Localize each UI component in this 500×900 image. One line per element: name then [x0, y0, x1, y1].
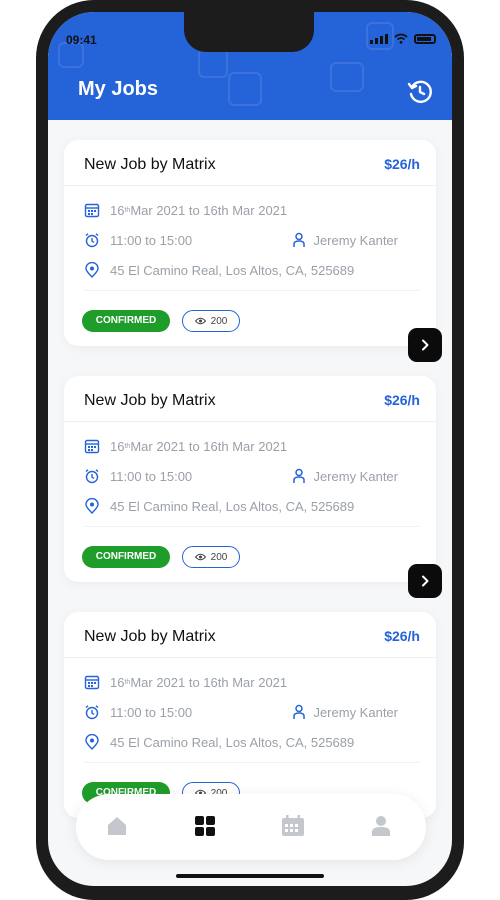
job-person: Jeremy Kanter — [291, 704, 398, 720]
job-time-row: 11:00 to 15:00 — [84, 232, 192, 248]
job-time: 11:00 to 15:00 — [110, 468, 193, 484]
home-indicator — [176, 874, 324, 878]
job-address-row: 45 El Camino Real, Los Altos, CA, 525689 — [84, 262, 354, 278]
job-rate: $26/h — [384, 628, 420, 644]
job-person-name: Jeremy Kanter — [313, 704, 398, 720]
job-rate: $26/h — [384, 156, 420, 172]
bottom-nav — [76, 794, 426, 860]
profile-icon — [372, 816, 390, 836]
alarm-clock-icon — [85, 705, 99, 720]
person-icon — [293, 468, 306, 483]
eye-icon — [194, 317, 206, 325]
person-icon — [293, 704, 306, 719]
chevron-right-icon — [422, 575, 429, 587]
eye-icon — [194, 553, 206, 561]
job-date-row: 16th Mar 2021 to 16th Mar 2021 — [84, 674, 287, 690]
job-address: 45 El Camino Real, Los Altos, CA, 525689 — [110, 498, 355, 514]
alarm-clock-icon — [85, 469, 99, 484]
job-date-rest: Mar 2021 to 16th Mar 2021 — [130, 202, 288, 218]
phone-frame: 09:41 My Jobs New Job by Matrix $26/h 16… — [36, 0, 464, 900]
card-header: New Job by Matrix $26/h — [64, 376, 436, 422]
open-job-button[interactable] — [408, 328, 442, 362]
views-badge: 200 — [182, 310, 240, 332]
job-address: 45 El Camino Real, Los Altos, CA, 525689 — [110, 734, 355, 750]
views-badge: 200 — [182, 546, 240, 568]
job-time: 11:00 to 15:00 — [110, 232, 193, 248]
nav-home[interactable] — [104, 813, 130, 839]
person-icon — [293, 232, 306, 247]
job-date-row: 16th Mar 2021 to 16th Mar 2021 — [84, 438, 287, 454]
header-decoration — [228, 72, 262, 106]
card-header: New Job by Matrix $26/h — [64, 612, 436, 658]
job-rate: $26/h — [384, 392, 420, 408]
camera-notch — [184, 12, 314, 52]
job-title: New Job by Matrix — [84, 628, 216, 645]
calendar-icon — [282, 815, 304, 836]
location-pin-icon — [85, 498, 99, 514]
job-card[interactable]: New Job by Matrix $26/h 16th Mar 2021 to… — [64, 140, 442, 362]
card-divider — [84, 526, 420, 527]
job-card[interactable]: New Job by Matrix $26/h 16th Mar 2021 to… — [64, 376, 442, 598]
job-date-row: 16th Mar 2021 to 16th Mar 2021 — [84, 202, 287, 218]
status-icons — [370, 33, 436, 44]
calendar-icon — [84, 203, 100, 218]
page-title: My Jobs — [78, 78, 159, 100]
home-icon — [108, 817, 126, 835]
grid-icon — [195, 816, 215, 836]
job-person: Jeremy Kanter — [291, 468, 398, 484]
job-person-name: Jeremy Kanter — [313, 232, 398, 248]
job-address-row: 45 El Camino Real, Los Altos, CA, 525689 — [84, 498, 354, 514]
job-date-rest: Mar 2021 to 16th Mar 2021 — [130, 438, 288, 454]
header-decoration — [330, 62, 364, 92]
chevron-right-icon — [422, 339, 429, 351]
app-screen: 09:41 My Jobs New Job by Matrix $26/h 16… — [48, 12, 452, 886]
job-date-day: 16 — [110, 674, 125, 690]
nav-jobs[interactable] — [192, 813, 218, 839]
calendar-icon — [84, 439, 100, 454]
nav-calendar[interactable] — [280, 813, 306, 839]
calendar-icon — [84, 675, 100, 690]
job-date-day: 16 — [110, 202, 125, 218]
location-pin-icon — [85, 734, 99, 750]
open-job-button[interactable] — [408, 564, 442, 598]
views-count: 200 — [210, 551, 228, 563]
job-time-row: 11:00 to 15:00 — [84, 468, 192, 484]
battery-icon — [414, 33, 436, 44]
job-time-row: 11:00 to 15:00 — [84, 704, 192, 720]
status-badge: CONFIRMED — [82, 310, 170, 332]
job-title: New Job by Matrix — [84, 156, 216, 173]
signal-icon — [370, 33, 388, 44]
card-header: New Job by Matrix $26/h — [64, 140, 436, 186]
status-badge: CONFIRMED — [82, 546, 170, 568]
alarm-clock-icon — [85, 233, 99, 248]
job-time: 11:00 to 15:00 — [110, 704, 193, 720]
job-address-row: 45 El Camino Real, Los Altos, CA, 525689 — [84, 734, 354, 750]
header-decoration — [198, 48, 228, 78]
history-icon[interactable] — [406, 78, 434, 106]
nav-profile[interactable] — [368, 813, 394, 839]
card-divider — [84, 762, 420, 763]
card-divider — [84, 290, 420, 291]
job-title: New Job by Matrix — [84, 392, 216, 409]
job-date-rest: Mar 2021 to 16th Mar 2021 — [130, 674, 288, 690]
job-date-day: 16 — [110, 438, 125, 454]
job-person: Jeremy Kanter — [291, 232, 398, 248]
job-card[interactable]: New Job by Matrix $26/h 16th Mar 2021 to… — [64, 612, 436, 818]
job-person-name: Jeremy Kanter — [313, 468, 398, 484]
status-time: 09:41 — [66, 33, 97, 47]
views-count: 200 — [210, 315, 228, 327]
wifi-icon — [394, 33, 408, 44]
location-pin-icon — [85, 262, 99, 278]
job-address: 45 El Camino Real, Los Altos, CA, 525689 — [110, 262, 355, 278]
